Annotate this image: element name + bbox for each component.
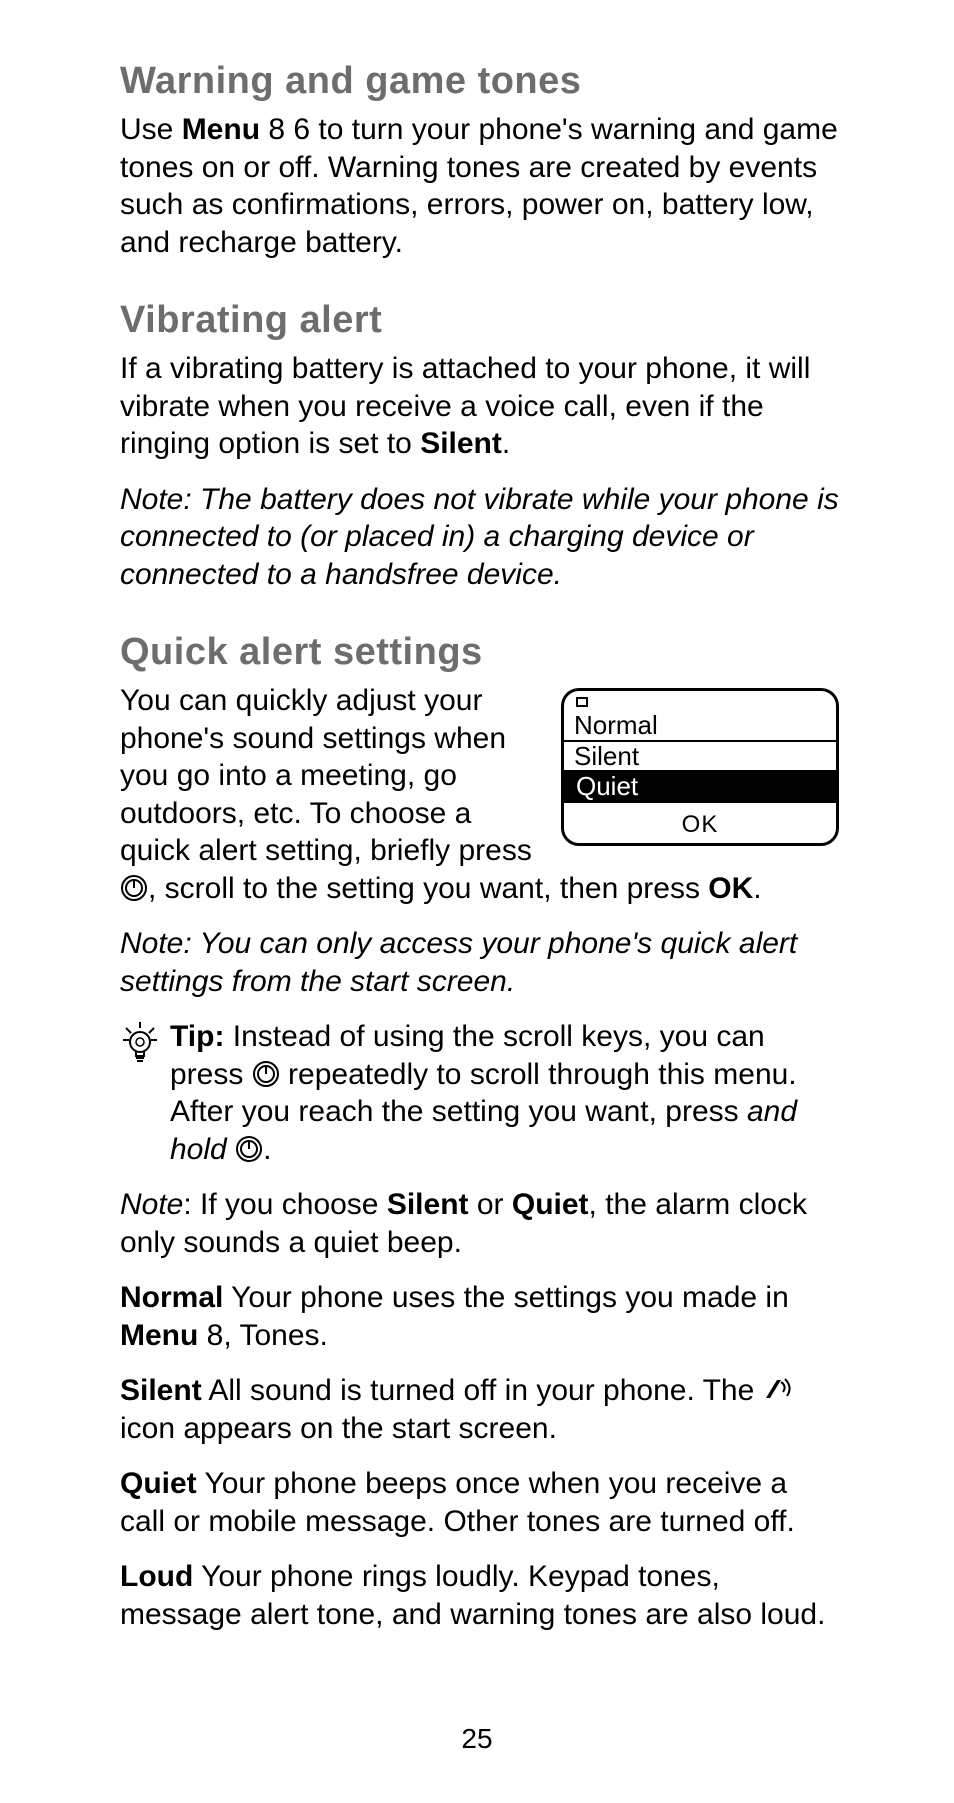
section-vibrating-alert: Vibrating alert If a vibrating battery i… (120, 299, 839, 593)
phone-menu-item: Normal (564, 711, 836, 740)
page-content: Warning and game tones Use Menu 8 6 to t… (0, 0, 954, 1633)
mode-quiet: Quiet Your phone beeps once when you rec… (120, 1465, 839, 1540)
power-key-icon (252, 1060, 280, 1088)
section-warning-tones: Warning and game tones Use Menu 8 6 to t… (120, 60, 839, 261)
silent-icon (763, 1374, 793, 1400)
phone-menu-item-selected: Quiet (564, 770, 836, 803)
mode-silent: Silent All sound is turned off in your p… (120, 1372, 839, 1447)
section-quick-alert: Quick alert settings Normal Silent Qui (120, 631, 839, 1633)
note-silent-quiet-alarm: Note: If you choose Silent or Quiet, the… (120, 1186, 839, 1261)
signal-icon (574, 695, 592, 709)
heading-vibrating-alert: Vibrating alert (120, 299, 839, 342)
mode-normal: Normal Your phone uses the settings you … (120, 1279, 839, 1354)
phone-softkey-ok: OK (564, 809, 836, 843)
heading-warning-tones: Warning and game tones (120, 60, 839, 103)
quick-alert-wrap: Normal Silent Quiet OK You can quickly a… (120, 682, 839, 925)
power-key-icon (120, 874, 148, 902)
body-vibrating-alert: If a vibrating battery is attached to yo… (120, 350, 839, 463)
page-number: 25 (0, 1723, 954, 1755)
power-key-icon (235, 1135, 263, 1163)
note-vibrating-alert: Note: The battery does not vibrate while… (120, 481, 839, 594)
body-warning-tones: Use Menu 8 6 to turn your phone's warnin… (120, 111, 839, 261)
tip-block: Tip: Instead of using the scroll keys, y… (120, 1018, 839, 1168)
phone-menu-item: Silent (564, 742, 836, 771)
phone-preview: Normal Silent Quiet OK (561, 688, 839, 846)
note-quick-start-screen: Note: You can only access your phone's q… (120, 925, 839, 1000)
mode-loud: Loud Your phone rings loudly. Keypad ton… (120, 1558, 839, 1633)
heading-quick-alert: Quick alert settings (120, 631, 839, 674)
lightbulb-icon (120, 1018, 170, 1069)
phone-screen: Normal Silent Quiet OK (561, 688, 839, 846)
tip-text: Tip: Instead of using the scroll keys, y… (170, 1018, 839, 1168)
phone-menu: Normal Silent Quiet (564, 691, 836, 809)
phone-status-bar (564, 695, 836, 709)
